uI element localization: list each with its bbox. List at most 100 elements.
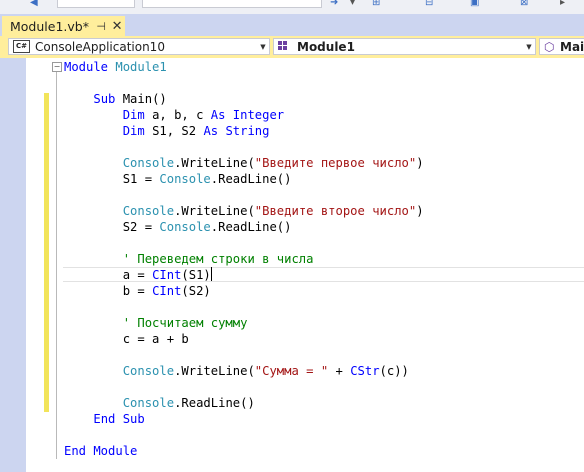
- code-token: .WriteLine(: [174, 156, 255, 170]
- glyph-margin[interactable]: [26, 58, 44, 472]
- project-label: ConsoleApplication10: [35, 39, 165, 54]
- project-dropdown[interactable]: C# ConsoleApplication10 ▼: [8, 38, 270, 55]
- code-token: "Введите первое число": [254, 156, 417, 170]
- csharp-project-icon: C#: [13, 40, 30, 53]
- code-token: Console: [122, 364, 175, 378]
- close-icon[interactable]: ✕: [109, 19, 125, 34]
- code-line[interactable]: End Sub: [64, 411, 424, 427]
- code-line[interactable]: [64, 299, 424, 315]
- code-token: "Сумма = ": [254, 364, 329, 378]
- chevron-down-icon[interactable]: ▼: [257, 43, 269, 51]
- code-token: Console: [159, 172, 211, 186]
- code-line[interactable]: [64, 427, 424, 443]
- change-tracking-marker: [44, 93, 49, 412]
- navigation-bar: C# ConsoleApplication10 ▼ Module1 ▼ ⬡ Ma…: [0, 36, 584, 58]
- code-line[interactable]: [64, 187, 424, 203]
- code-token: .WriteLine(: [174, 364, 255, 378]
- code-token: CStr: [350, 364, 380, 378]
- code-token: Console: [122, 156, 175, 170]
- code-token: .ReadLine(): [210, 172, 292, 186]
- chevron-down-icon[interactable]: ▼: [523, 43, 535, 51]
- outlining-line: [56, 72, 57, 459]
- code-token: Module1: [115, 60, 167, 74]
- tool-icon-2[interactable]: ⊟: [425, 0, 433, 8]
- code-line[interactable]: b = CInt(S2): [64, 283, 424, 299]
- code-token: Dim: [122, 124, 153, 138]
- more-icon[interactable]: ▸: [560, 0, 565, 8]
- code-token: +: [328, 364, 351, 378]
- code-token: S1, S2: [152, 124, 204, 138]
- code-line[interactable]: Sub Main(): [64, 91, 424, 107]
- code-token: ' Посчитаем сумму: [122, 316, 248, 330]
- code-line[interactable]: [64, 75, 424, 91]
- code-token: Dim: [122, 108, 153, 122]
- code-line[interactable]: Console.WriteLine("Введите первое число"…: [64, 155, 424, 171]
- tool-icon-4[interactable]: ⊠: [520, 0, 528, 8]
- code-token: (c)): [379, 364, 409, 378]
- code-token: a =: [64, 268, 153, 282]
- module-icon: [278, 40, 292, 53]
- code-token: Console: [122, 396, 175, 410]
- member-label: Main: [560, 39, 584, 54]
- code-token: Sub: [93, 92, 123, 106]
- code-line[interactable]: a = CInt(S1): [64, 267, 424, 283]
- code-line[interactable]: [64, 379, 424, 395]
- code-line[interactable]: [64, 347, 424, 363]
- code-line[interactable]: End Module: [64, 443, 424, 459]
- code-line[interactable]: [64, 235, 424, 251]
- code-text[interactable]: Module Module1 Sub Main() Dim a, b, c As…: [64, 59, 424, 459]
- code-line[interactable]: Module Module1: [64, 59, 424, 75]
- code-token: As String: [203, 124, 270, 138]
- code-line[interactable]: S1 = Console.ReadLine(): [64, 171, 424, 187]
- code-editor[interactable]: − Module Module1 Sub Main() Dim a, b, c …: [0, 58, 584, 472]
- code-line[interactable]: Console.ReadLine(): [64, 395, 424, 411]
- type-dropdown[interactable]: Module1 ▼: [273, 38, 536, 55]
- code-token: End Sub: [93, 412, 145, 426]
- code-token: (S2): [181, 284, 211, 298]
- code-line[interactable]: [64, 139, 424, 155]
- code-line[interactable]: ' Переведем строки в числа: [64, 251, 424, 267]
- collapse-icon[interactable]: −: [52, 62, 62, 72]
- step-icon[interactable]: ➜: [330, 0, 338, 8]
- code-token: CInt: [152, 284, 182, 298]
- code-token: .WriteLine(: [174, 204, 255, 218]
- code-line[interactable]: Console.WriteLine("Введите второе число"…: [64, 203, 424, 219]
- code-token: ): [416, 204, 424, 218]
- code-token: Module: [64, 60, 116, 74]
- code-token: .ReadLine(): [174, 396, 255, 410]
- editor-left-border: [0, 58, 26, 472]
- code-token: ' Переведем строки в числа: [122, 252, 314, 266]
- toolbar: ◀ ➜ ▾ ⊞ ⊟ ▣ ⊠ ▸: [0, 0, 584, 14]
- code-line[interactable]: S2 = Console.ReadLine(): [64, 219, 424, 235]
- tool-icon-3[interactable]: ▣: [470, 0, 479, 8]
- method-cube-icon: ⬡: [544, 39, 555, 54]
- code-token: (S1): [181, 268, 211, 282]
- tab-module1[interactable]: Module1.vb* ⊣ ✕: [2, 16, 125, 36]
- code-line[interactable]: Console.WriteLine("Сумма = " + CStr(c)): [64, 363, 424, 379]
- code-line[interactable]: ' Посчитаем сумму: [64, 315, 424, 331]
- code-token: CInt: [152, 268, 182, 282]
- code-line[interactable]: Dim S1, S2 As String: [64, 123, 424, 139]
- member-dropdown[interactable]: ⬡ Main: [539, 38, 584, 55]
- tool-icon[interactable]: ⊞: [372, 0, 380, 8]
- code-token: Console: [159, 220, 211, 234]
- back-icon[interactable]: ◀: [30, 0, 38, 8]
- code-token: Main(): [122, 92, 167, 106]
- code-line[interactable]: Dim a, b, c As Integer: [64, 107, 424, 123]
- dropdown-icon[interactable]: ▾: [350, 0, 355, 8]
- document-tab-well: Module1.vb* ⊣ ✕: [0, 14, 584, 36]
- pin-icon[interactable]: ⊣: [93, 20, 109, 33]
- code-line[interactable]: c = a + b: [64, 331, 424, 347]
- toolbar-combo-1[interactable]: [57, 0, 135, 8]
- toolbar-combo-2[interactable]: [142, 0, 322, 8]
- code-token: Console: [122, 204, 175, 218]
